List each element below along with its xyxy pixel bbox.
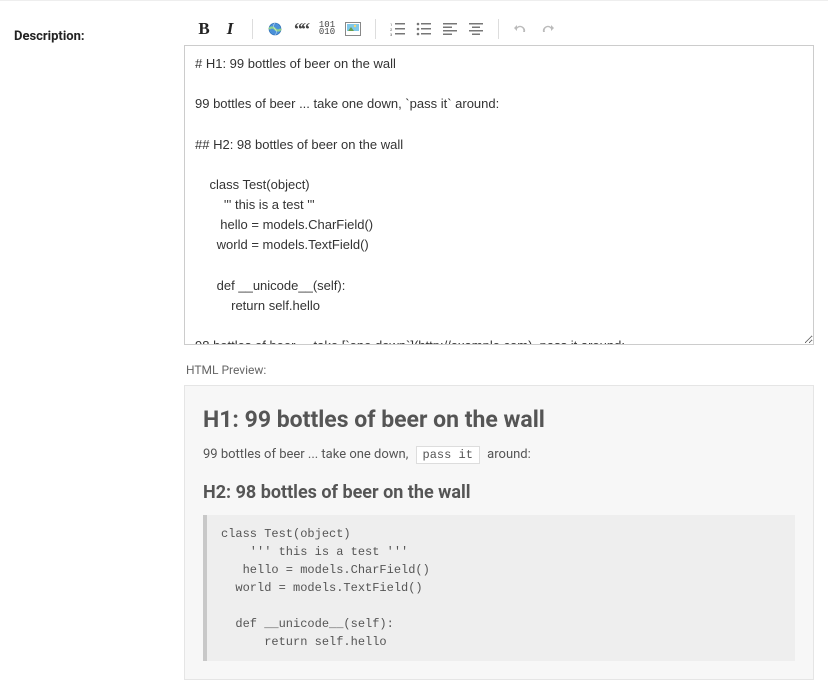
preview-paragraph: 99 bottles of beer ... take one down, pa…	[203, 447, 795, 462]
description-field-row: Description: B I ““ 101 010	[0, 0, 828, 694]
blockquote-button[interactable]: ““	[291, 19, 311, 39]
align-left-icon	[442, 22, 458, 36]
code-button[interactable]: 101 010	[317, 19, 337, 39]
html-preview: H1: 99 bottles of beer on the wall 99 bo…	[184, 385, 814, 680]
redo-button[interactable]	[537, 19, 557, 39]
inline-code: pass it	[416, 446, 480, 464]
list-ul-icon	[416, 22, 432, 36]
undo-icon	[513, 22, 529, 36]
unordered-list-button[interactable]	[414, 19, 434, 39]
toolbar-separator	[498, 19, 499, 39]
bold-button[interactable]: B	[194, 19, 214, 39]
align-center-button[interactable]	[466, 19, 486, 39]
svg-text:3: 3	[390, 32, 392, 36]
preview-label: HTML Preview:	[186, 363, 814, 377]
image-button[interactable]	[343, 19, 363, 39]
label-column: Description:	[14, 13, 184, 680]
editor-toolbar: B I ““ 101 010	[184, 13, 814, 45]
toolbar-separator	[252, 19, 253, 39]
preview-text: 99 bottles of beer ... take one down,	[203, 447, 412, 462]
undo-button[interactable]	[511, 19, 531, 39]
align-left-button[interactable]	[440, 19, 460, 39]
preview-text: around:	[484, 447, 531, 462]
list-ol-icon: 1 2 3	[390, 22, 406, 36]
field-column: B I ““ 101 010	[184, 13, 814, 680]
italic-button[interactable]: I	[220, 19, 240, 39]
preview-h1: H1: 99 bottles of beer on the wall	[203, 406, 795, 433]
toolbar-separator	[375, 19, 376, 39]
description-textarea[interactable]	[184, 45, 814, 345]
align-center-icon	[468, 22, 484, 36]
image-icon	[345, 22, 361, 36]
preview-h2: H2: 98 bottles of beer on the wall	[203, 482, 795, 503]
redo-icon	[539, 22, 555, 36]
link-button[interactable]	[265, 19, 285, 39]
ordered-list-button[interactable]: 1 2 3	[388, 19, 408, 39]
globe-icon	[267, 21, 283, 37]
preview-codeblock: class Test(object) ''' this is a test ''…	[203, 515, 795, 661]
field-label: Description:	[14, 29, 85, 44]
